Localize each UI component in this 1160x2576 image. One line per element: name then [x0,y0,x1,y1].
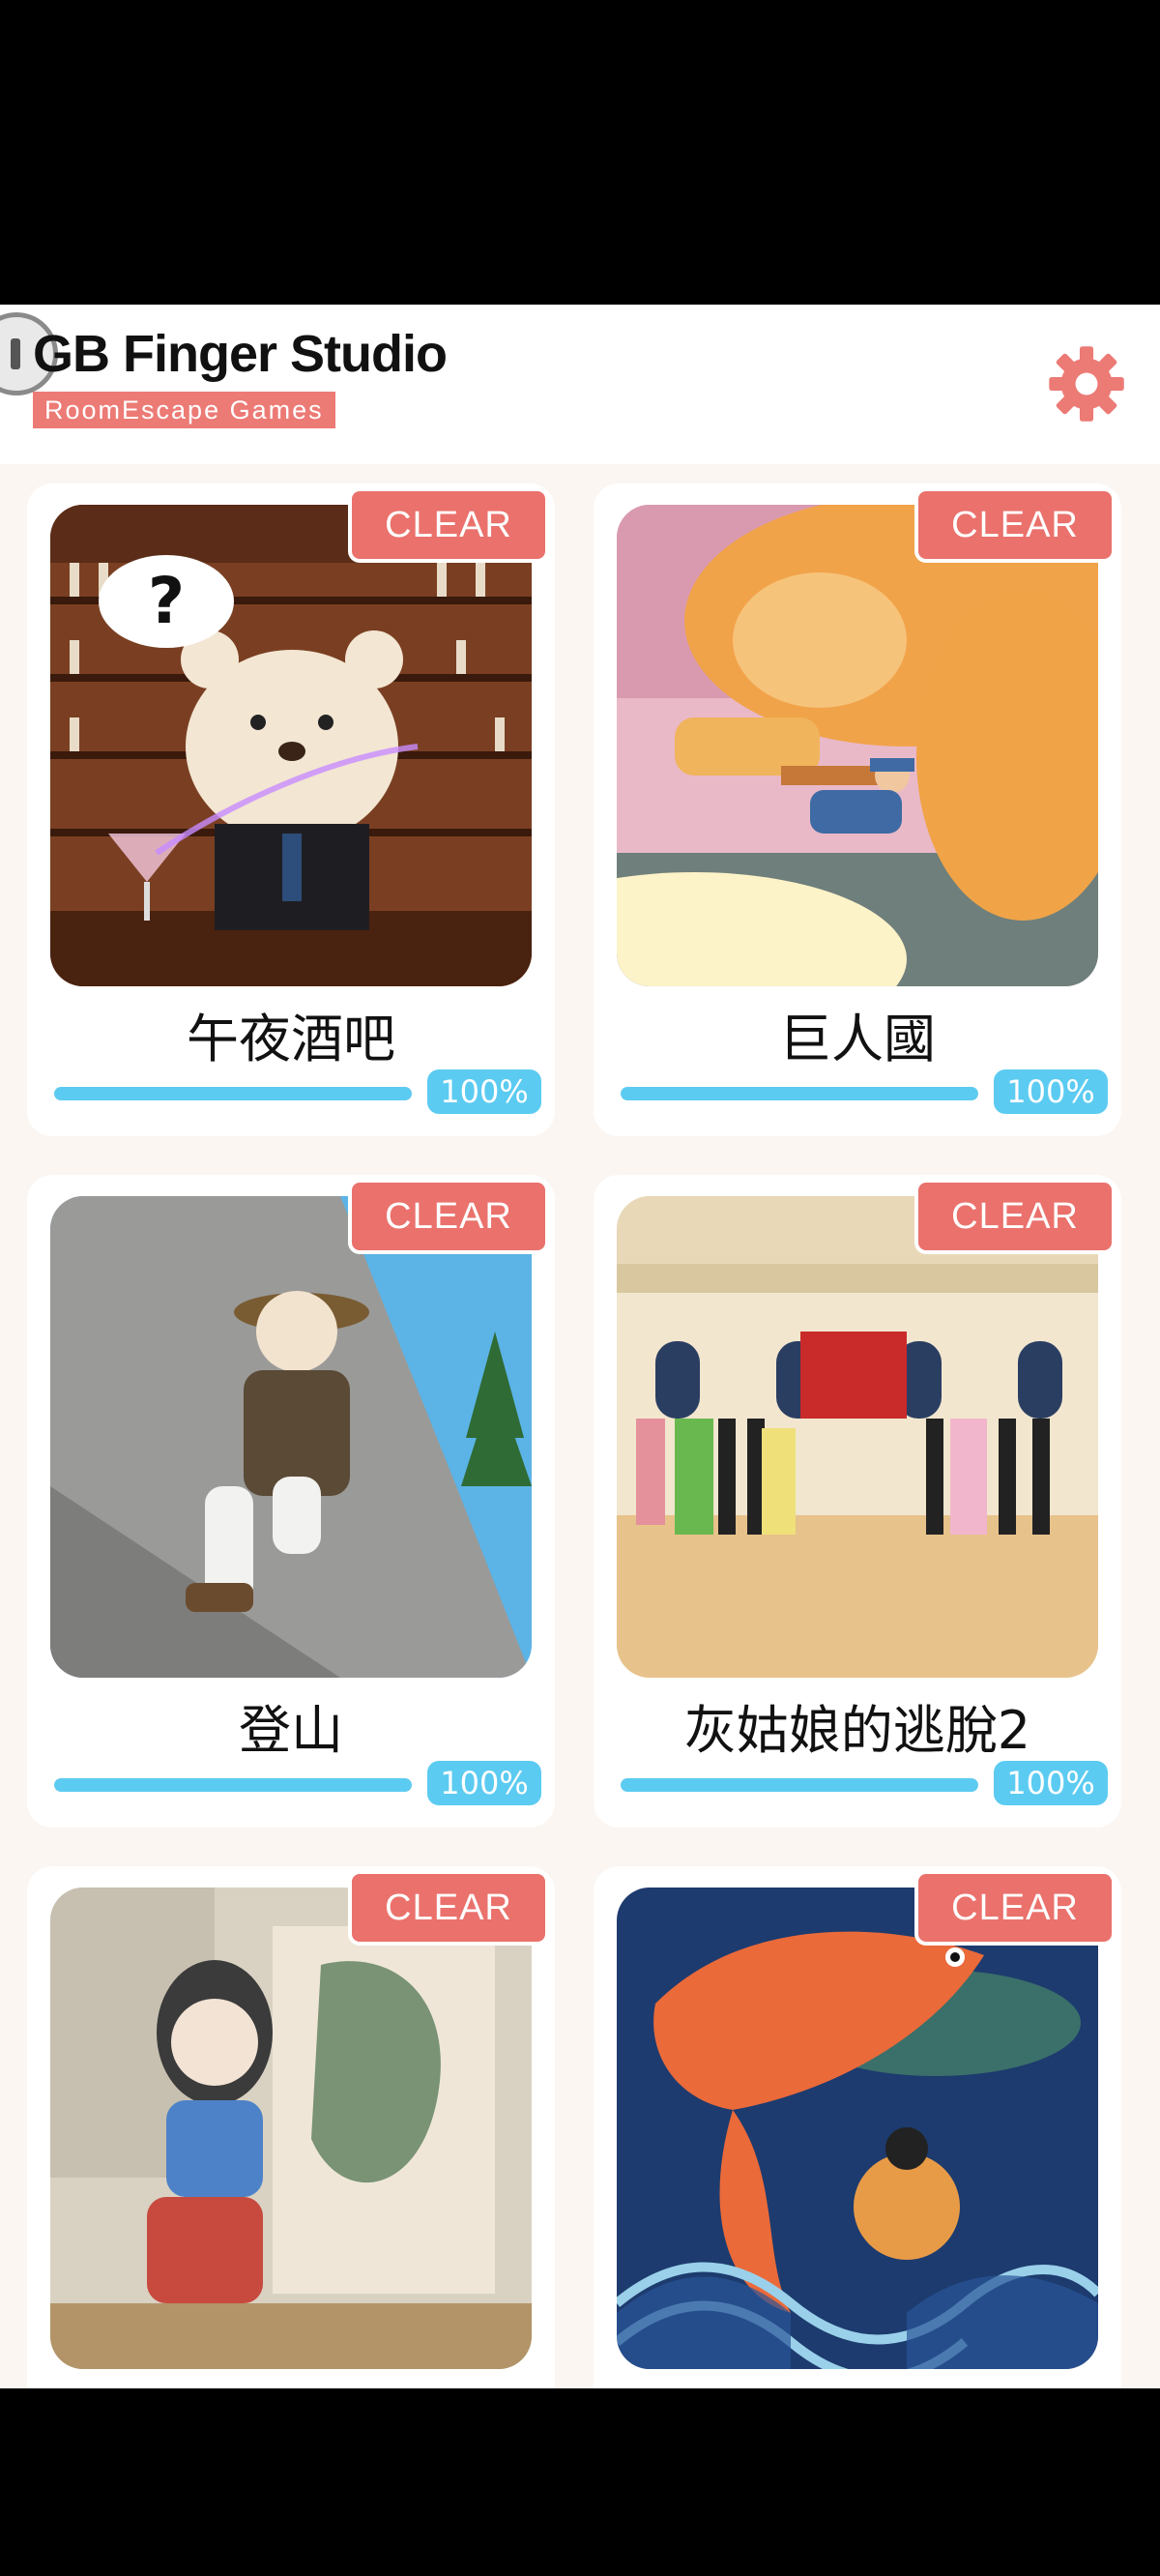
progress-fill [54,1778,412,1792]
progress-fill [621,1778,978,1792]
game-thumbnail [50,1196,532,1678]
progress-bar [54,1087,412,1100]
progress-percent: 100% [994,1761,1108,1805]
svg-text:?: ? [148,564,185,638]
progress-percent: 100% [427,1069,541,1114]
game-card-giant-country[interactable]: CLEAR 巨人國 100% [594,483,1121,1136]
game-thumbnail [617,1196,1098,1678]
game-title: 巨人國 [779,1009,936,1069]
progress-bar [54,1778,412,1792]
game-title: 灰姑娘的逃脫2 [683,1700,1031,1761]
game-title: 午夜酒吧 [187,1009,395,1069]
game-thumbnail [617,1888,1098,2369]
app-title: GB Finger Studio [33,325,448,383]
game-grid: ? CLEAR 午夜酒吧 100% CLEAR 巨人國 100% CLEAR 登… [0,464,1160,2388]
game-thumbnail [50,1888,532,2369]
clear-badge: CLEAR [914,487,1116,563]
progress-bar [621,1087,978,1100]
game-card-painter[interactable]: CLEAR [27,1866,555,2388]
clear-badge: CLEAR [914,1179,1116,1254]
app-subtitle: RoomEscape Games [33,392,335,428]
clear-badge: CLEAR [348,1179,549,1254]
progress-bar [621,1778,978,1792]
game-thumbnail [617,505,1098,986]
app-header: GB Finger Studio RoomEscape Games [0,305,1160,464]
game-card-mountain-climbing[interactable]: CLEAR 登山 100% [27,1175,555,1828]
progress-percent: 100% [994,1069,1108,1114]
status-area [0,0,1160,305]
progress-percent: 100% [427,1761,541,1805]
clear-badge: CLEAR [348,1870,549,1946]
game-card-midnight-bar[interactable]: ? CLEAR 午夜酒吧 100% [27,483,555,1136]
navigation-bar-area [0,2388,1160,2576]
gear-icon[interactable] [1044,341,1129,426]
game-card-cinderella-escape-2[interactable]: CLEAR 灰姑娘的逃脫2 100% [594,1175,1121,1828]
game-thumbnail: ? [50,505,532,986]
clear-badge: CLEAR [914,1870,1116,1946]
progress-fill [621,1087,978,1100]
game-title: 登山 [239,1700,343,1761]
game-card-koi-fish[interactable]: CLEAR [594,1866,1121,2388]
progress-fill [54,1087,412,1100]
clear-badge: CLEAR [348,487,549,563]
